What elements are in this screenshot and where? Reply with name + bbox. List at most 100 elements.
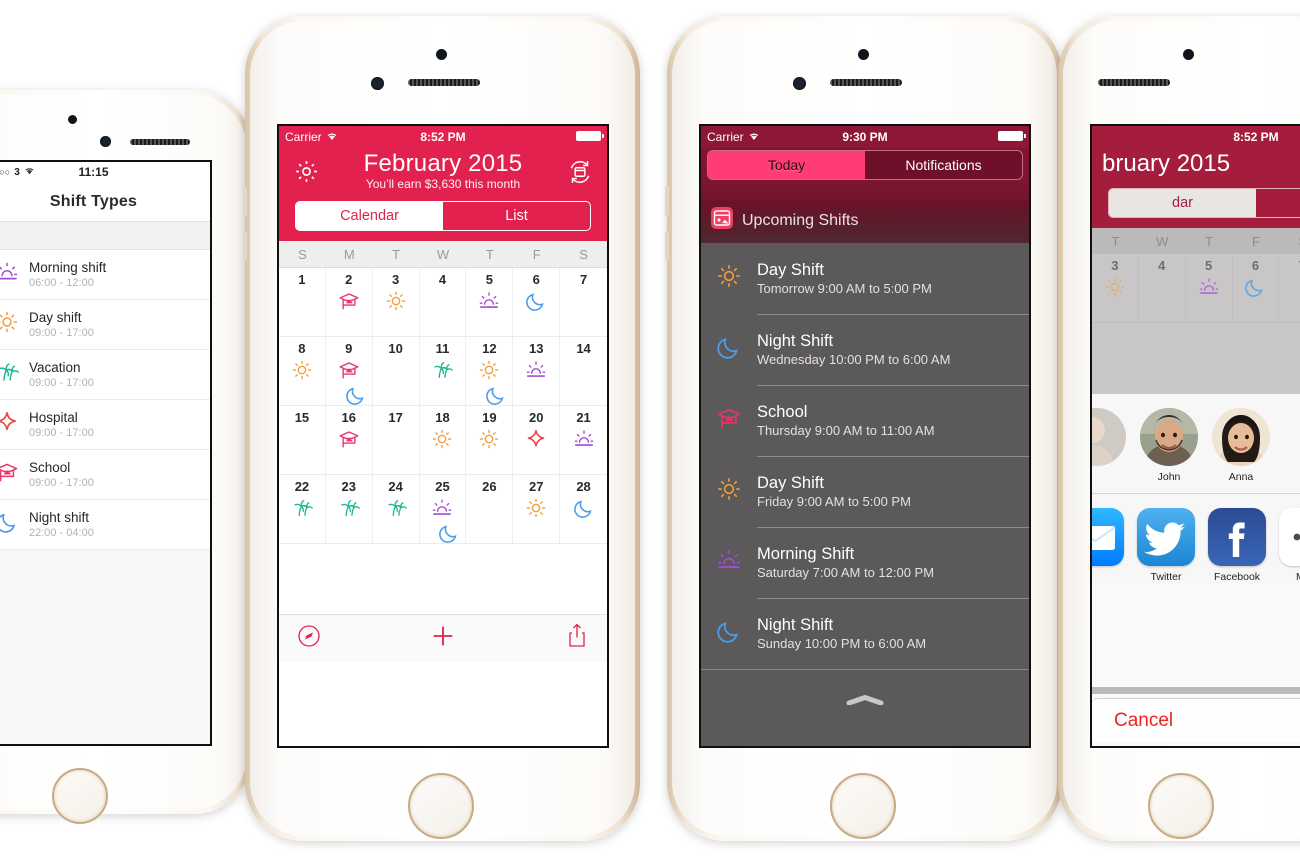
notification-shift-row[interactable]: Morning Shift Saturday 7:00 AM to 12:00 …: [701, 527, 1029, 598]
calendar-day-cell[interactable]: 3: [373, 268, 420, 336]
proximity-sensor-icon: [436, 49, 447, 60]
home-button-3[interactable]: [830, 773, 896, 839]
calendar-day-cell[interactable]: 17: [373, 406, 420, 474]
share-app[interactable]: More: [1279, 508, 1300, 583]
tab-list[interactable]: List: [443, 202, 590, 230]
share-contact[interactable]: Anna: [1212, 408, 1270, 483]
calendar-day-cell[interactable]: 13: [513, 337, 561, 405]
notification-text: Day Shift Friday 9:00 AM to 5:00 PM: [757, 456, 1029, 527]
calendar-day-cell[interactable]: 7: [560, 268, 607, 336]
calendar-day-cell-4[interactable]: 7: [1279, 254, 1300, 322]
shift-type-time: 09:00 - 17:00: [29, 476, 94, 489]
tab-calendar-4[interactable]: dar: [1109, 189, 1256, 217]
day-number: 20: [528, 410, 544, 425]
day-number: 7: [579, 272, 588, 287]
calendar-day-cell[interactable]: 28: [560, 475, 607, 543]
calendar-day-cell[interactable]: 1: [279, 268, 326, 336]
shift-name: Day Shift: [757, 473, 824, 492]
calendar-day-cell[interactable]: 19: [466, 406, 514, 474]
sunrise-icon: [573, 428, 595, 455]
home-button-4[interactable]: [1148, 773, 1214, 839]
shift-type-row[interactable]: Morning shift 06:00 - 12:00: [0, 250, 210, 300]
front-camera-icon: [100, 136, 111, 147]
tab-list-4[interactable]: List: [1256, 189, 1300, 217]
calendar-day-cell[interactable]: 24: [373, 475, 420, 543]
weekday-label-4: F: [1252, 234, 1260, 249]
earpiece-speaker: [830, 79, 902, 86]
share-app[interactable]: Facebook: [1208, 508, 1266, 583]
share-app[interactable]: Twitter: [1137, 508, 1195, 583]
compass-icon[interactable]: [297, 624, 321, 653]
notification-shift-row[interactable]: Night Shift Wednesday 10:00 PM to 6:00 A…: [701, 314, 1029, 385]
day-shift-markers: [326, 359, 372, 411]
volume-down-button[interactable]: [243, 231, 247, 261]
sun-icon: [478, 428, 500, 455]
share-app[interactable]: [1092, 508, 1124, 571]
shift-type-row[interactable]: School 09:00 - 17:00: [0, 450, 210, 500]
notification-shift-row[interactable]: Night Shift Sunday 10:00 PM to 6:00 AM: [701, 598, 1029, 669]
shift-type-row[interactable]: Night shift 22:00 - 04:00: [0, 500, 210, 550]
avatar-john: [1140, 408, 1198, 466]
notification-text: School Thursday 9:00 AM to 11:00 AM: [757, 385, 1029, 456]
calendar-day-cell[interactable]: 5: [466, 268, 514, 336]
calendar-day-cell[interactable]: 2: [326, 268, 373, 336]
calendar-day-cell[interactable]: 20: [513, 406, 561, 474]
calendar-day-cell-4[interactable]: 4: [1139, 254, 1186, 322]
sun-icon: [0, 310, 27, 339]
plus-icon[interactable]: [429, 622, 457, 655]
tab-notifications[interactable]: Notifications: [865, 151, 1022, 179]
shift-type-row[interactable]: Day shift 09:00 - 17:00: [0, 300, 210, 350]
shift-type-text: Morning shift 06:00 - 12:00: [27, 260, 106, 289]
home-button-1[interactable]: [52, 768, 108, 824]
shift-name: Night Shift: [757, 615, 834, 634]
calendar-day-cell[interactable]: 25: [420, 475, 467, 543]
notification-text: Morning Shift Saturday 7:00 AM to 12:00 …: [757, 527, 1029, 598]
shift-type-name: Hospital: [29, 410, 78, 426]
notification-shift-row[interactable]: Day Shift Tomorrow 9:00 AM to 5:00 PM: [701, 243, 1029, 314]
calendar-day-cell[interactable]: 23: [326, 475, 373, 543]
volume-up-button[interactable]: [665, 186, 669, 216]
tab-calendar[interactable]: Calendar: [296, 202, 443, 230]
volume-up-button[interactable]: [243, 186, 247, 216]
weekday-header-4: TWTFS: [1092, 228, 1300, 254]
calendar-day-cell[interactable]: 27: [513, 475, 561, 543]
shift-type-row[interactable]: Hospital 09:00 - 17:00: [0, 400, 210, 450]
notification-shift-row[interactable]: School Thursday 9:00 AM to 11:00 AM: [701, 385, 1029, 456]
calendar-day-cell[interactable]: 14: [560, 337, 607, 405]
calendar-day-cell[interactable]: 10: [373, 337, 420, 405]
page-title: Shift Types: [49, 192, 138, 210]
nc-spacer: [701, 184, 1029, 200]
calendar-day-cell[interactable]: 11: [420, 337, 467, 405]
calendar-day-cell[interactable]: 26: [466, 475, 514, 543]
day-number: 17: [388, 410, 403, 425]
graduation-icon: [0, 460, 27, 489]
share-contact[interactable]: [1092, 408, 1126, 471]
day-shift-markers: [513, 359, 559, 386]
volume-down-button[interactable]: [665, 231, 669, 261]
notification-shift-row[interactable]: Day Shift Friday 9:00 AM to 5:00 PM: [701, 456, 1029, 527]
calendar-day-cell[interactable]: 16: [326, 406, 373, 474]
share-icon[interactable]: [565, 623, 589, 654]
cancel-button[interactable]: Cancel: [1092, 698, 1300, 742]
calendar-day-cell-4[interactable]: 3: [1092, 254, 1139, 322]
calendar-day-cell[interactable]: 8: [279, 337, 326, 405]
calendar-day-cell-4[interactable]: 5: [1186, 254, 1233, 322]
tab-today[interactable]: Today: [708, 151, 865, 179]
calendar-day-cell[interactable]: 6: [513, 268, 561, 336]
view-segmented-control-4: dar List: [1108, 188, 1300, 218]
calendar-day-cell[interactable]: 21: [560, 406, 607, 474]
share-contact[interactable]: John: [1140, 408, 1198, 483]
calendar-day-cell-4[interactable]: 6: [1233, 254, 1280, 322]
shift-type-row[interactable]: Vacation 09:00 - 17:00: [0, 350, 210, 400]
calendar-day-cell[interactable]: 9: [326, 337, 373, 405]
calendar-day-cell[interactable]: 12: [466, 337, 514, 405]
calendar-day-cell[interactable]: 22: [279, 475, 326, 543]
app-name: Twitter: [1150, 571, 1182, 583]
shift-name: Day Shift: [757, 260, 824, 279]
widget-header[interactable]: Upcoming Shifts: [701, 200, 1029, 243]
calendar-day-cell[interactable]: 15: [279, 406, 326, 474]
calendar-day-cell[interactable]: 18: [420, 406, 467, 474]
calendar-day-cell[interactable]: 4: [420, 268, 467, 336]
home-button-2[interactable]: [408, 773, 474, 839]
grabber-handle[interactable]: [846, 692, 884, 706]
